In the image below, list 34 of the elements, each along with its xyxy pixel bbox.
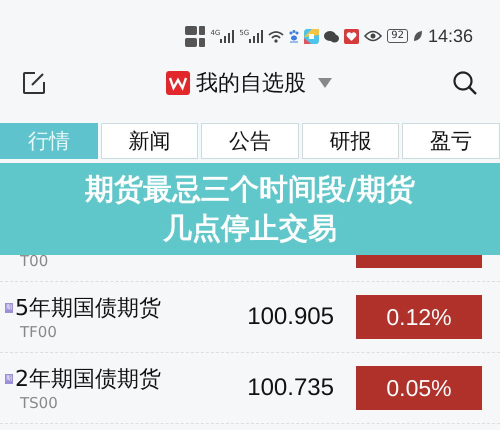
tab[interactable]: 盈亏 bbox=[402, 123, 500, 159]
instrument-code: T00 bbox=[19, 252, 50, 270]
dropdown-caret-icon bbox=[318, 78, 332, 88]
change-badge: 0.12% bbox=[356, 295, 482, 339]
search-button[interactable] bbox=[452, 70, 478, 96]
price-value: 100.905 bbox=[246, 303, 334, 331]
wifi-icon bbox=[268, 30, 284, 42]
eye-icon bbox=[364, 30, 382, 42]
change-badge: 0.05% bbox=[356, 366, 482, 410]
heart-icon bbox=[344, 28, 360, 44]
logo-icon bbox=[166, 71, 190, 95]
edit-button[interactable] bbox=[22, 71, 46, 95]
instrument-code: TF00 bbox=[19, 323, 58, 341]
sim-card-icon bbox=[185, 38, 206, 46]
instrument-name: 2年期国债期货 bbox=[15, 366, 161, 394]
paw-icon bbox=[289, 30, 300, 42]
instrument-name: 5年期国债期货 bbox=[15, 295, 161, 323]
tab[interactable]: 公告 bbox=[201, 123, 299, 159]
edit-icon bbox=[22, 71, 46, 95]
search-icon bbox=[452, 70, 478, 96]
page-title[interactable]: 我的自选股 bbox=[196, 68, 306, 98]
signal-icon bbox=[249, 30, 264, 42]
leaf-icon bbox=[412, 30, 423, 42]
signal-icon bbox=[220, 30, 234, 42]
chat-icon bbox=[324, 30, 340, 42]
battery-level: 92 bbox=[391, 31, 404, 41]
clock-time: 14:36 bbox=[428, 26, 473, 46]
tab[interactable]: 研报 bbox=[302, 123, 400, 159]
price-value: 100.735 bbox=[246, 374, 334, 402]
instrument-code: TS00 bbox=[19, 394, 59, 412]
sim-card-icon bbox=[185, 26, 206, 34]
banner-title: 期货最忌三个时间段/期货 几点停止交易 bbox=[85, 171, 415, 247]
tab[interactable]: 新闻 bbox=[100, 123, 198, 159]
app-icon bbox=[304, 28, 320, 44]
